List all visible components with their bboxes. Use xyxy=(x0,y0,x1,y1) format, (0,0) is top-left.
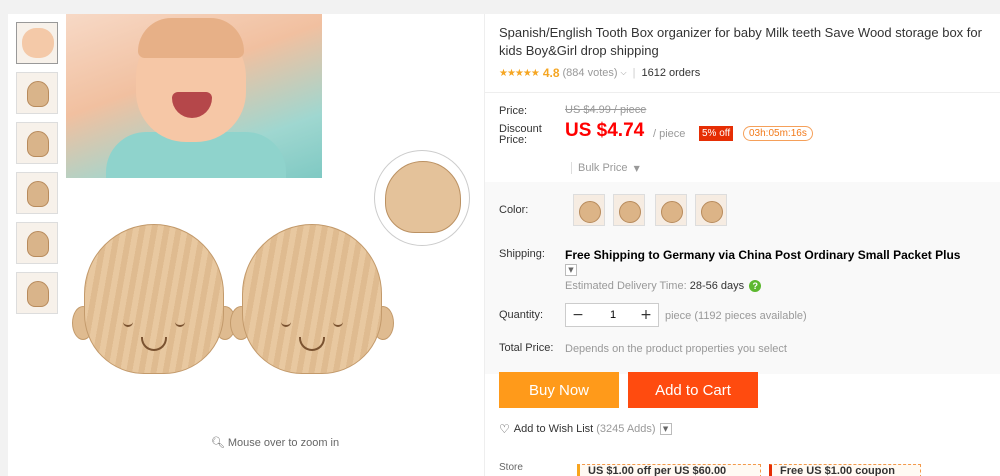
box-eye xyxy=(281,321,291,327)
buy-now-button[interactable]: Buy Now xyxy=(499,372,619,408)
discount-price-label-2: Price: xyxy=(499,134,528,146)
wishlist-label: Add to Wish List xyxy=(513,423,594,435)
open-box-inset xyxy=(374,150,470,246)
caret-down-icon: ▼ xyxy=(633,164,640,173)
box-eye xyxy=(123,321,133,327)
thumbnail-1[interactable] xyxy=(16,22,58,64)
thumbnail-2[interactable] xyxy=(16,72,58,114)
box-mouth xyxy=(299,337,325,351)
delivery-prefix: Estimated Delivery Time: xyxy=(565,280,687,292)
rating-value: 4.8 xyxy=(542,66,560,80)
divider: | xyxy=(632,67,636,79)
store-coupon-2[interactable]: Free US $1.00 coupon xyxy=(769,464,921,476)
girl-tooth-box xyxy=(84,224,224,374)
shipping-method: Free Shipping to Germany via China Post … xyxy=(565,248,961,262)
price-label: Price: xyxy=(499,105,528,117)
swatch-image xyxy=(619,201,641,223)
color-swatch-2[interactable] xyxy=(613,194,645,226)
add-to-wishlist[interactable]: ♡ Add to Wish List (3245 Adds) ▼ xyxy=(499,422,672,436)
thumbnail-strip xyxy=(16,22,60,322)
rating-stars-icon: ★★★★★ xyxy=(499,67,540,79)
votes-link[interactable]: (884 votes) xyxy=(563,67,618,79)
add-to-cart-button[interactable]: Add to Cart xyxy=(628,372,758,408)
delivery-days: 28-56 days xyxy=(689,280,745,292)
rating-row: ★★★★★ 4.8 (884 votes) ⌵ | 1612 orders xyxy=(499,66,700,80)
total-price-label: Total Price: xyxy=(499,342,554,354)
shipping-dropdown-icon[interactable]: ▼ xyxy=(565,264,577,276)
store-label: Store xyxy=(499,462,523,473)
product-title: Spanish/English Tooth Box organizer for … xyxy=(499,25,982,58)
orders-count: 1612 orders xyxy=(641,67,701,79)
thumbnail-image xyxy=(27,181,49,207)
total-price-text: Depends on the product properties you se… xyxy=(565,343,787,355)
bulk-price-label: Bulk Price xyxy=(578,162,628,174)
current-price: US $4.74 xyxy=(565,120,645,141)
delivery-estimate: Estimated Delivery Time: 28-56 days ? xyxy=(565,280,762,293)
quantity-plus-button[interactable]: + xyxy=(634,304,658,326)
quantity-label: Quantity: xyxy=(499,309,544,321)
thumbnail-4[interactable] xyxy=(16,172,58,214)
countdown-timer: 03h:05m:16s xyxy=(743,126,813,141)
product-page: 🔍︎ Mouse over to zoom in Spanish/English … xyxy=(8,14,1000,476)
color-label: Color: xyxy=(499,204,529,216)
quantity-minus-button[interactable]: − xyxy=(566,304,590,326)
thumbnail-image xyxy=(22,28,54,58)
thumbnail-5[interactable] xyxy=(16,222,58,264)
wishlist-count: (3245 Adds) xyxy=(596,423,656,435)
thumbnail-image xyxy=(27,231,49,257)
baby-photo xyxy=(66,14,322,178)
open-tooth-box xyxy=(385,161,461,233)
shipping-label: Shipping: xyxy=(499,248,545,260)
box-eye xyxy=(333,321,343,327)
store-coupon-1[interactable]: US $1.00 off per US $60.00 xyxy=(577,464,761,476)
quantity-availability: piece (1192 pieces available) xyxy=(665,310,807,322)
box-mouth xyxy=(141,337,167,351)
thumbnail-image xyxy=(27,131,49,157)
thumbnail-image xyxy=(27,81,49,107)
thumbnail-3[interactable] xyxy=(16,122,58,164)
boy-tooth-box xyxy=(242,224,382,374)
options-panel: Color: Shipping: Free Shipping to German… xyxy=(485,182,1000,374)
heart-icon: ♡ xyxy=(499,422,510,436)
help-icon[interactable]: ? xyxy=(749,280,762,293)
color-swatch-3[interactable] xyxy=(655,194,687,226)
chevron-down-icon[interactable]: ⌵ xyxy=(621,68,627,78)
price-unit: / piece xyxy=(653,128,686,140)
box-eye xyxy=(175,321,185,327)
baby-hair xyxy=(138,18,244,58)
swatch-image xyxy=(661,201,683,223)
chevron-down-icon[interactable]: ▼ xyxy=(659,423,672,435)
product-info: Spanish/English Tooth Box organizer for … xyxy=(484,14,1000,476)
swatch-image xyxy=(701,201,723,223)
thumbnail-6[interactable] xyxy=(16,272,58,314)
thumbnail-image xyxy=(27,281,49,307)
discount-badge: 5% off xyxy=(699,126,734,141)
color-swatch-1[interactable] xyxy=(573,194,605,226)
zoom-hint-text: Mouse over to zoom in xyxy=(227,437,340,449)
quantity-input[interactable] xyxy=(590,304,636,326)
price-block: Price: US $4.99 / piece Discount Price: … xyxy=(485,92,1000,182)
zoom-hint: 🔍︎ Mouse over to zoom in xyxy=(66,436,484,449)
magnifier-icon: 🔍︎ xyxy=(210,436,225,449)
swatch-image xyxy=(579,201,601,223)
color-swatch-4[interactable] xyxy=(695,194,727,226)
quantity-stepper: − + xyxy=(565,303,659,327)
main-product-image[interactable]: 🔍︎ Mouse over to zoom in xyxy=(66,14,484,449)
bulk-price-toggle[interactable]: Bulk Price ▼ xyxy=(571,162,640,174)
original-price: US $4.99 / piece xyxy=(565,104,647,116)
